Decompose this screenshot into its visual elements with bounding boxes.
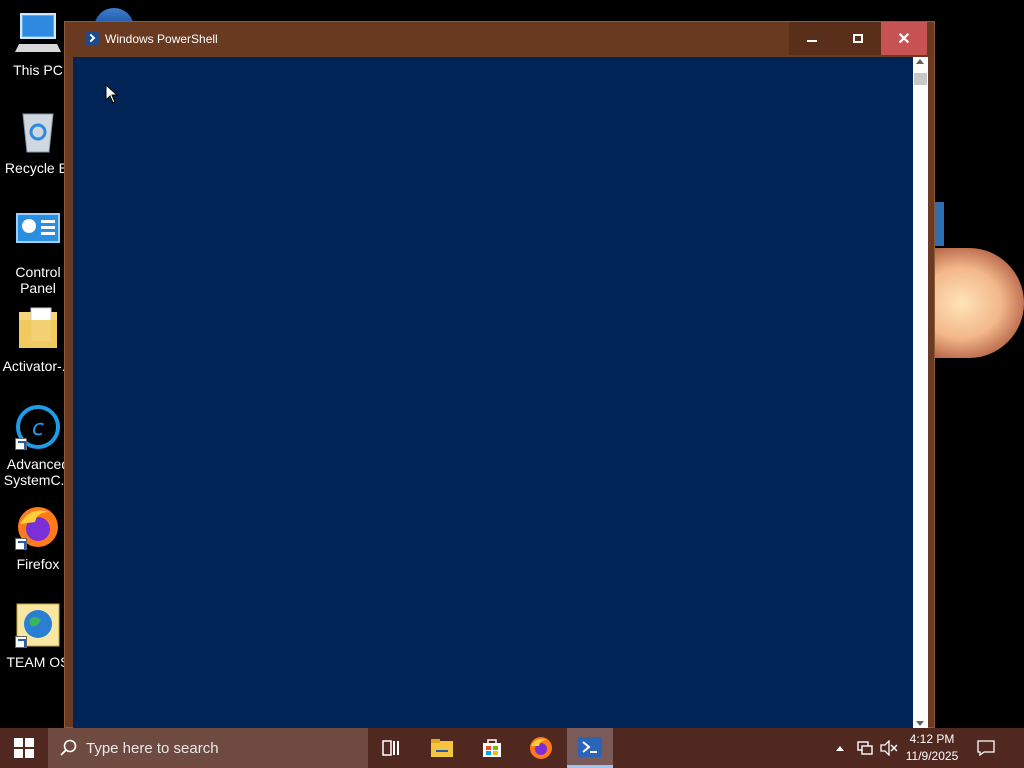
taskbar: Type here to search 4:12 PM 11/9/2025 (0, 728, 1024, 768)
window-title: Windows PowerShell (105, 32, 218, 46)
network-button[interactable] (854, 728, 876, 768)
volume-button[interactable] (878, 728, 900, 768)
shortcut-arrow-icon (15, 538, 27, 550)
close-icon: ✕ (897, 30, 911, 48)
powershell-window[interactable]: Windows PowerShell ✕ (64, 21, 935, 728)
maximize-button[interactable] (835, 22, 881, 55)
chevron-up-icon (836, 746, 844, 751)
this-pc-icon (15, 10, 61, 56)
clock-date: 11/9/2025 (905, 749, 959, 763)
network-icon (857, 741, 873, 755)
maximize-icon (853, 34, 863, 43)
clock-time: 4:12 PM (909, 732, 955, 746)
file-explorer-icon (431, 739, 453, 757)
shortcut-arrow-icon (15, 636, 27, 648)
action-center-button[interactable] (972, 728, 1000, 768)
search-placeholder: Type here to search (86, 739, 219, 757)
folder-icon (15, 306, 61, 352)
windows-logo-icon (14, 738, 34, 758)
shortcut-arrow-icon (15, 438, 27, 450)
task-view-icon (382, 740, 399, 756)
microsoft-store-icon (483, 739, 501, 757)
wallpaper-fragment (934, 202, 944, 246)
recycle-bin-icon (15, 108, 61, 154)
taskbar-clock[interactable]: 4:12 PM 11/9/2025 (900, 731, 964, 765)
volume-muted-icon (880, 740, 898, 756)
firefox-icon (15, 504, 61, 550)
task-view-button[interactable] (368, 728, 416, 768)
start-button[interactable] (0, 728, 48, 768)
microsoft-store-button[interactable] (468, 728, 516, 768)
close-button[interactable]: ✕ (881, 22, 927, 55)
powershell-taskbar-button[interactable] (567, 728, 613, 768)
firefox-icon (530, 737, 552, 759)
scroll-down-icon[interactable] (916, 721, 924, 726)
wallpaper-fragment (934, 248, 1024, 358)
advanced-systemcare-icon: c (15, 404, 61, 450)
firefox-taskbar-button[interactable] (517, 728, 565, 768)
desktop: This PC Recycle Bi Control Panel Activat… (0, 0, 1024, 728)
window-titlebar[interactable]: Windows PowerShell ✕ (65, 22, 934, 56)
minimize-icon (807, 39, 817, 42)
file-explorer-button[interactable] (418, 728, 466, 768)
scroll-up-icon[interactable] (916, 59, 924, 64)
scrollbar-thumb[interactable] (914, 73, 927, 85)
minimize-button[interactable] (789, 22, 835, 55)
show-hidden-icons-button[interactable] (832, 728, 848, 768)
svg-text:c: c (32, 416, 44, 441)
notification-icon (977, 740, 995, 756)
search-icon (60, 739, 78, 757)
powershell-icon (85, 32, 99, 45)
team-os-globe-icon (15, 602, 61, 648)
vertical-scrollbar[interactable] (913, 57, 928, 728)
powershell-icon (578, 736, 602, 757)
console-area[interactable] (73, 57, 913, 728)
control-panel-icon (15, 212, 61, 258)
taskbar-search-box[interactable]: Type here to search (48, 728, 368, 768)
